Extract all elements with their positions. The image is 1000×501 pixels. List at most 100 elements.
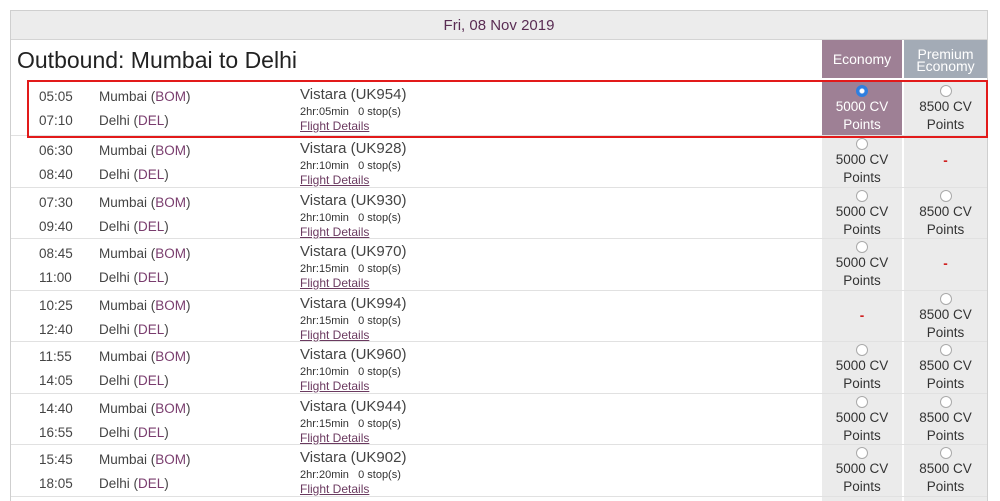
fare-amount: 5000 CV [835,461,889,476]
flight-details-link[interactable]: Flight Details [300,173,369,187]
departure-time: 05:05 [39,89,73,104]
departure-code: BOM [155,400,187,416]
airline-flight-number: Vistara (UK944) [300,397,407,415]
flight-row[interactable]: 07:30 09:40 Mumbai (BOM) Delhi (DEL) Vis… [11,188,987,239]
flight-list: 05:05 07:10 Mumbai (BOM) Delhi (DEL) Vis… [11,80,987,497]
flight-row[interactable]: 11:55 14:05 Mumbai (BOM) Delhi (DEL) Vis… [11,342,987,394]
fare-points: 5000 CV Points [822,254,902,290]
arrival-city: Delhi (DEL) [99,167,169,182]
economy-fare-cell[interactable]: 5000 CV Points [822,239,902,290]
duration-stops: 2hr:10min 0 stop(s) [300,212,401,224]
departure-city: Mumbai (BOM) [99,400,191,416]
economy-fare-radio[interactable] [856,85,868,97]
duration: 2hr:20min [300,469,349,481]
flight-row[interactable]: 14:40 16:55 Mumbai (BOM) Delhi (DEL) Vis… [11,394,987,445]
premium-fare-radio[interactable] [939,189,952,202]
economy-fare-cell[interactable]: 5000 CV Points [822,80,902,135]
stops: 0 stop(s) [358,366,401,378]
economy-fare-cell[interactable]: 5000 CV Points [822,342,902,393]
flight-row[interactable]: 06:30 08:40 Mumbai (BOM) Delhi (DEL) Vis… [11,136,987,188]
fare-amount: 8500 CV [919,203,972,219]
departure-city: Mumbai (BOM) [99,452,191,467]
fare-unit: Points [843,427,881,443]
fare-points: 8500 CV Points [904,409,987,445]
fare-unit: Points [843,376,881,391]
stops: 0 stop(s) [358,469,401,481]
flight-details-link[interactable]: Flight Details [300,119,369,133]
fare-amount: 8500 CV [919,358,972,373]
departure-code: BOM [155,194,187,210]
fare-points: 5000 CV Points [822,151,902,187]
flight-results-panel: Fri, 08 Nov 2019 Outbound: Mumbai to Del… [10,10,988,501]
flight-details-link[interactable]: Flight Details [300,379,369,393]
premium-fare-radio[interactable] [939,344,952,356]
economy-fare-cell[interactable]: 5000 CV Points [822,136,902,187]
arrival-city-name: Delhi [99,218,130,234]
premium-fare-cell: - [904,136,987,187]
unavailable-dash: - [943,256,948,271]
flight-row[interactable]: 08:45 11:00 Mumbai (BOM) Delhi (DEL) Vis… [11,239,987,291]
departure-city-name: Mumbai [99,89,148,104]
premium-fare-cell[interactable]: 8500 CV Points [904,445,987,496]
economy-fare-radio[interactable] [856,138,868,150]
fare-unit: Points [926,324,965,340]
departure-city-name: Mumbai [99,349,148,364]
economy-fare-cell[interactable]: 5000 CV Points [822,394,902,445]
page-title: Outbound: Mumbai to Delhi [17,47,297,73]
arrival-time: 16:55 [39,424,73,440]
flight-details-link[interactable]: Flight Details [300,482,369,496]
premium-fare-cell[interactable]: 8500 CV Points [904,394,987,445]
stops: 0 stop(s) [358,417,401,430]
departure-city: Mumbai (BOM) [99,143,191,158]
unavailable-dash: - [943,153,948,168]
departure-city-name: Mumbai [99,246,148,261]
fare-amount: 5000 CV [835,409,889,425]
premium-fare-radio[interactable] [939,292,952,305]
premium-fare-cell[interactable]: 8500 CV Points [904,291,987,342]
arrival-city-name: Delhi [99,424,130,440]
flight-details-link[interactable]: Flight Details [300,225,369,239]
arrival-code: DEL [138,218,165,234]
economy-fare-radio[interactable] [856,241,868,253]
departure-time: 06:30 [39,143,73,158]
duration: 2hr:05min [300,106,349,118]
duration: 2hr:10min [300,211,349,224]
fare-unit: Points [926,221,965,237]
flight-details-link[interactable]: Flight Details [300,328,369,342]
economy-fare-radio[interactable] [856,344,868,356]
flight-row[interactable]: 15:45 18:05 Mumbai (BOM) Delhi (DEL) Vis… [11,445,987,497]
economy-fare-radio[interactable] [856,395,868,408]
premium-fare-radio[interactable] [939,447,952,459]
flight-details-link[interactable]: Flight Details [300,431,369,445]
flight-details-link[interactable]: Flight Details [300,276,369,290]
fare-amount: 5000 CV [835,99,889,114]
fare-unit: Points [843,479,881,494]
premium-fare-cell[interactable]: 8500 CV Points [904,188,987,239]
date-header: Fri, 08 Nov 2019 [11,11,987,40]
departure-city-name: Mumbai [99,400,148,416]
fare-amount: 5000 CV [835,203,889,219]
duration: 2hr:10min [300,160,349,172]
premium-fare-cell[interactable]: 8500 CV Points [904,80,987,135]
fare-points: 8500 CV Points [904,98,987,134]
premium-fare-radio[interactable] [939,395,952,408]
departure-city: Mumbai (BOM) [99,89,191,104]
premium-fare-radio[interactable] [939,85,952,97]
fare-points: 8500 CV Points [904,460,987,496]
duration-stops: 2hr:15min 0 stop(s) [300,263,401,275]
premium-fare-cell[interactable]: 8500 CV Points [904,342,987,393]
fare-unit: Points [926,376,965,391]
arrival-city: Delhi (DEL) [99,424,169,440]
duration-stops: 2hr:10min 0 stop(s) [300,160,401,172]
arrival-city: Delhi (DEL) [99,218,169,234]
economy-fare-cell[interactable]: 5000 CV Points [822,445,902,496]
flight-row[interactable]: 10:25 12:40 Mumbai (BOM) Delhi (DEL) Vis… [11,291,987,342]
departure-code: BOM [155,89,187,104]
flight-row[interactable]: 05:05 07:10 Mumbai (BOM) Delhi (DEL) Vis… [11,80,987,136]
economy-fare-radio[interactable] [856,447,868,459]
arrival-time: 12:40 [39,321,73,337]
economy-fare-cell[interactable]: 5000 CV Points [822,188,902,239]
departure-city: Mumbai (BOM) [99,246,191,261]
economy-fare-radio[interactable] [856,189,868,202]
departure-city: Mumbai (BOM) [99,349,191,364]
